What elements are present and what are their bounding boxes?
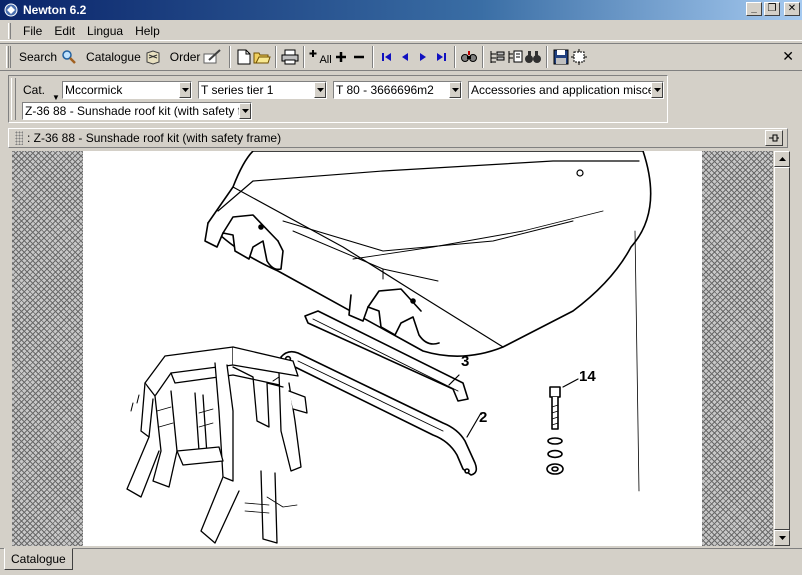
- bottom-tab-strip: Catalogue: [0, 548, 802, 575]
- save-disk-icon[interactable]: [552, 48, 570, 66]
- safety-frame: [126, 346, 308, 544]
- last-page-icon[interactable]: [432, 48, 450, 66]
- binoculars-icon[interactable]: [524, 48, 542, 66]
- scroll-up-button[interactable]: [774, 151, 790, 167]
- add-all-label: All: [319, 54, 332, 66]
- tree-view-icon[interactable]: [488, 48, 506, 66]
- minus-icon[interactable]: [350, 48, 368, 66]
- cat-dropdown-arrow-icon[interactable]: ▼: [52, 93, 60, 102]
- chevron-down-icon[interactable]: [449, 82, 461, 98]
- menubar-grip[interactable]: [8, 22, 11, 39]
- first-page-icon[interactable]: [378, 48, 396, 66]
- brand-select-value: Mccormick: [65, 83, 123, 97]
- magnifier-icon: [60, 48, 78, 66]
- toolbar-separator: [303, 46, 306, 68]
- series-select-value: T series tier 1: [201, 83, 274, 97]
- search-button[interactable]: Search: [15, 46, 82, 68]
- pathbar-grip[interactable]: [15, 131, 23, 145]
- menu-help[interactable]: Help: [129, 23, 166, 39]
- plus-icon[interactable]: [332, 48, 350, 66]
- sunshade-roof-exploded-drawing: [126, 151, 652, 544]
- next-page-icon[interactable]: [414, 48, 432, 66]
- toolbar-separator: [545, 46, 548, 68]
- table-select[interactable]: Z-36 88 - Sunshade roof kit (with safety…: [22, 102, 252, 120]
- triangle-up-icon: [778, 157, 786, 161]
- menu-edit[interactable]: Edit: [48, 23, 81, 39]
- group-select[interactable]: Accessories and application miscellane: [468, 81, 664, 99]
- title-bar: Newton 6.2 _ ❐ ✕: [0, 0, 802, 20]
- exploded-drawing-sheet[interactable]: 3 2 14: [83, 151, 702, 546]
- toolbar-separator: [371, 46, 374, 68]
- print-icon[interactable]: [281, 48, 299, 66]
- selector-grip[interactable]: [11, 78, 16, 120]
- path-text: : Z-36 88 - Sunshade roof kit (with safe…: [27, 131, 282, 145]
- toolbar-grip[interactable]: [6, 46, 11, 68]
- selector-band: Cat. ▼ Mccormick T series tier 1 T 80 - …: [8, 75, 668, 123]
- restore-button[interactable]: ❐: [764, 2, 780, 16]
- open-folder-icon[interactable]: [253, 48, 272, 66]
- chevron-down-icon[interactable]: [314, 82, 326, 98]
- pin-button[interactable]: [765, 130, 783, 146]
- path-bar: : Z-36 88 - Sunshade roof kit (with safe…: [8, 128, 788, 148]
- drawing-viewport[interactable]: 3 2 14: [12, 151, 789, 546]
- fit-view-icon[interactable]: [570, 48, 588, 66]
- catalogue-button-label: Catalogue: [86, 50, 141, 64]
- toolbar-separator: [275, 46, 278, 68]
- toolbar-close-button[interactable]: ✕: [782, 48, 794, 65]
- catalogue-button[interactable]: Catalogue: [82, 46, 166, 68]
- model-select[interactable]: T 80 - 3666696m2: [333, 81, 462, 99]
- previous-page-icon[interactable]: [396, 48, 414, 66]
- callout-14: 14: [579, 368, 596, 385]
- pin-icon: [769, 134, 779, 142]
- toolbar-separator: [453, 46, 456, 68]
- part-14-bolt-set: [546, 386, 564, 475]
- chevron-down-icon[interactable]: [179, 82, 191, 98]
- part-2-strip: [280, 350, 478, 476]
- scroll-thumb[interactable]: [774, 167, 790, 530]
- tree-find-icon[interactable]: [506, 48, 524, 66]
- app-icon[interactable]: [3, 2, 19, 18]
- close-window-button[interactable]: ✕: [784, 2, 800, 16]
- menu-bar: File Edit Lingua Help: [0, 21, 802, 41]
- scroll-down-button[interactable]: [774, 530, 790, 546]
- table-select-value: Z-36 88 - Sunshade roof kit (with safety…: [25, 104, 252, 118]
- toolbar-separator: [481, 46, 484, 68]
- order-button-label: Order: [169, 50, 201, 64]
- main-toolbar: Search Catalogue Order All ✕: [0, 43, 802, 71]
- order-button[interactable]: Order: [166, 46, 226, 68]
- chevron-down-icon[interactable]: [239, 103, 251, 119]
- chevron-down-icon[interactable]: [651, 82, 663, 98]
- triangle-down-icon: [778, 536, 786, 540]
- group-select-value: Accessories and application miscellane: [471, 83, 664, 97]
- series-select[interactable]: T series tier 1: [198, 81, 327, 99]
- search-button-label: Search: [19, 50, 58, 64]
- new-document-icon[interactable]: [235, 48, 253, 66]
- model-select-value: T 80 - 3666696m2: [336, 83, 434, 97]
- window-title: Newton 6.2: [23, 3, 87, 17]
- cat-dropdown-button[interactable]: Cat.: [23, 83, 45, 97]
- brand-select[interactable]: Mccormick: [62, 81, 192, 99]
- menu-lingua[interactable]: Lingua: [81, 23, 129, 39]
- find-parts-icon[interactable]: [460, 48, 478, 66]
- toolbar-separator: [229, 46, 232, 68]
- catalogue-book-icon: [144, 48, 162, 66]
- order-pen-icon: [203, 48, 222, 66]
- minimize-button[interactable]: _: [746, 2, 762, 16]
- menu-file[interactable]: File: [17, 23, 48, 39]
- callout-3: 3: [461, 353, 470, 370]
- tab-catalogue[interactable]: Catalogue: [4, 548, 73, 570]
- callout-2: 2: [479, 409, 488, 426]
- vertical-scrollbar[interactable]: [773, 151, 790, 546]
